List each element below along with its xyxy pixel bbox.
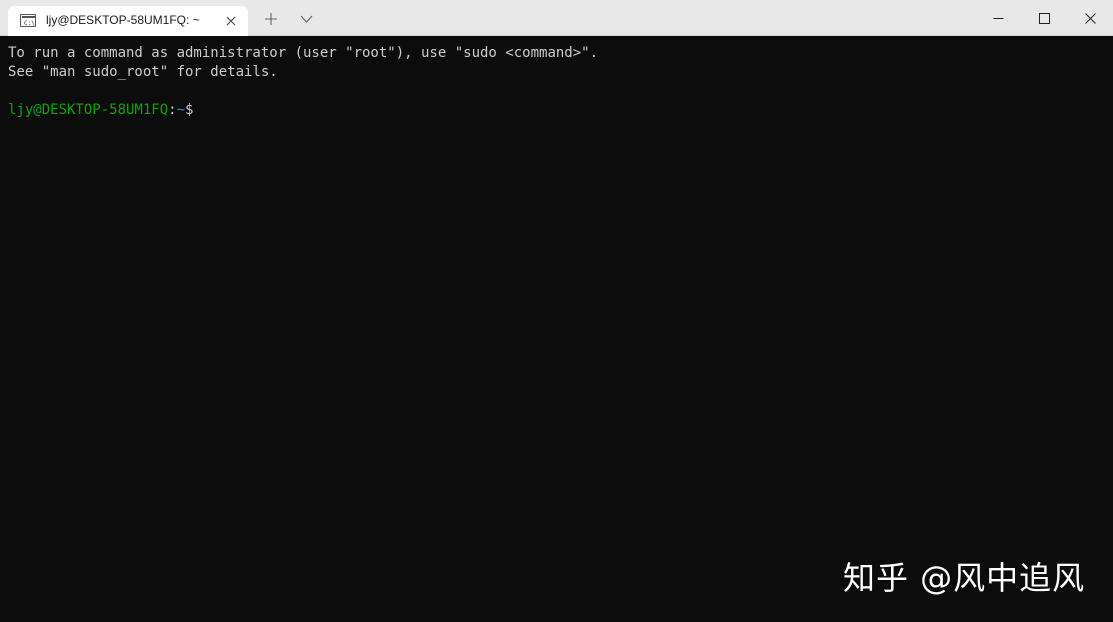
watermark: 知乎 @风中追风	[843, 559, 1086, 597]
terminal-line: To run a command as administrator (user …	[8, 45, 599, 61]
terminal-line: See "man sudo_root" for details.	[8, 64, 278, 80]
prompt-user-host: ljy@DESKTOP-58UM1FQ	[8, 102, 169, 118]
prompt-path: ~	[176, 102, 186, 118]
minimize-icon	[993, 17, 1003, 19]
chevron-down-icon	[300, 15, 312, 23]
tab-terminal[interactable]: C:\ ljy@DESKTOP-58UM1FQ: ~	[8, 6, 248, 36]
plus-icon	[265, 13, 277, 25]
close-button[interactable]	[1067, 0, 1113, 36]
terminal-prompt[interactable]: ljy@DESKTOP-58UM1FQ:~$	[8, 101, 1113, 120]
prompt-colon: :	[168, 102, 177, 118]
tab-title: ljy@DESKTOP-58UM1FQ: ~	[46, 13, 200, 27]
tab-dropdown-button[interactable]	[295, 8, 317, 30]
maximize-button[interactable]	[1021, 0, 1067, 36]
new-tab-button[interactable]	[260, 8, 282, 30]
svg-text:C:\: C:\	[24, 20, 35, 26]
tab-close-icon[interactable]	[221, 11, 241, 31]
maximize-icon	[1038, 12, 1050, 24]
title-bar: C:\ ljy@DESKTOP-58UM1FQ: ~	[0, 0, 1113, 36]
close-icon	[1084, 12, 1096, 24]
prompt-symbol: $	[185, 102, 194, 118]
terminal-output[interactable]: To run a command as administrator (user …	[0, 37, 1113, 622]
minimize-button[interactable]	[975, 0, 1021, 36]
terminal-icon: C:\	[20, 14, 36, 27]
